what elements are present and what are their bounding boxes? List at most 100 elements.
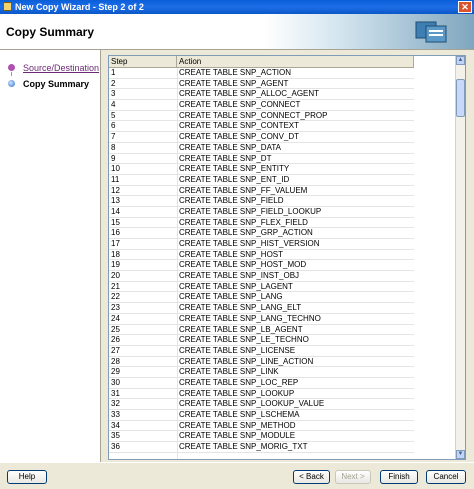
table-row[interactable]: 23 CREATE TABLE SNP_LANG_ELT [109,303,414,314]
table-row[interactable]: 32 CREATE TABLE SNP_LOOKUP_VALUE [109,399,414,410]
step-cell: 21 [111,281,120,291]
step-cell: 36 [111,442,120,452]
step-cell: 16 [111,228,120,238]
table-row[interactable]: 20 CREATE TABLE SNP_INST_OBJ [109,271,414,282]
table-row[interactable]: 15 CREATE TABLE SNP_FLEX_FIELD [109,218,414,229]
action-cell: CREATE TABLE SNP_AGENT [179,78,289,88]
table-row[interactable]: 33 CREATE TABLE SNP_LSCHEMA [109,410,414,421]
cancel-button[interactable]: Cancel [426,470,466,484]
table-row[interactable]: 18 CREATE TABLE SNP_HOST [109,250,414,261]
step-cell: 35 [111,431,120,441]
table-row[interactable]: 36 CREATE TABLE SNP_MORIG_TXT [109,442,414,453]
table-row[interactable]: 8 CREATE TABLE SNP_DATA [109,143,414,154]
step-cell: 11 [111,174,120,184]
table-row[interactable]: 31 CREATE TABLE SNP_LOOKUP [109,389,414,400]
close-button[interactable]: ✕ [458,1,472,13]
step-cell: 20 [111,271,120,281]
table-row[interactable]: 24 CREATE TABLE SNP_LANG_TECHNO [109,314,414,325]
action-cell: CREATE TABLE SNP_HOST [179,249,284,259]
table-row[interactable]: 34 CREATE TABLE SNP_METHOD [109,421,414,432]
table-row[interactable]: 25 CREATE TABLE SNP_LB_AGENT [109,325,414,336]
action-cell: CREATE TABLE SNP_LANG_ELT [179,303,302,313]
action-cell: CREATE TABLE SNP_LAGENT [179,281,293,291]
step-cell: 1 [111,68,116,77]
title-bar[interactable]: New Copy Wizard - Step 2 of 2 ✕ [0,0,474,14]
scrollbar-thumb[interactable] [456,79,465,117]
back-button[interactable]: < Back [293,470,330,484]
step-cell: 4 [111,100,116,110]
help-button[interactable]: Help [7,470,47,484]
vertical-scrollbar[interactable]: ▲ ▼ [455,56,465,459]
step-cell: 17 [111,239,120,248]
action-cell: CREATE TABLE SNP_DT [179,153,272,163]
step-cell: 15 [111,217,120,227]
table-header: Step Action [109,56,414,68]
action-cell: CREATE TABLE SNP_CONV_DT [179,132,300,142]
table-row[interactable]: 10 CREATE TABLE SNP_ENTITY [109,164,414,175]
wizard-app-icon [3,2,12,11]
table-row[interactable]: 3 CREATE TABLE SNP_ALLOC_AGENT [109,89,414,101]
step-complete-icon [8,64,15,71]
action-cell: CREATE TABLE SNP_ACTION [179,68,292,77]
finish-button[interactable]: Finish [380,470,418,484]
table-row[interactable]: 2 CREATE TABLE SNP_AGENT [109,79,414,90]
table-row[interactable]: 17 CREATE TABLE SNP_HIST_VERSION [109,239,414,250]
table-row[interactable]: 11 CREATE TABLE SNP_ENT_ID [109,175,414,186]
copy-summary-table[interactable]: Step Action 1 CREATE TABLE SNP_ACTION 2 CRE… [108,55,466,460]
window-title: New Copy Wizard - Step 2 of 2 [15,2,144,12]
step-cell: 5 [111,110,116,120]
step-cell: 28 [111,356,120,366]
action-cell: CREATE TABLE SNP_LSCHEMA [179,410,300,419]
action-cell: CREATE TABLE SNP_HIST_VERSION [179,239,320,248]
step-cell: 24 [111,313,120,323]
table-row[interactable]: 5 CREATE TABLE SNP_CONNECT_PROP [109,111,414,122]
action-cell: CREATE TABLE SNP_LANG [179,292,283,302]
table-row[interactable]: 21 CREATE TABLE SNP_LAGENT [109,282,414,293]
nav-step-source-destination[interactable]: Source/Destination [0,60,100,76]
step-cell: 26 [111,335,120,345]
table-row[interactable]: 28 CREATE TABLE SNP_LINE_ACTION [109,357,414,368]
scroll-down-arrow-icon[interactable]: ▼ [456,450,465,459]
column-header-action[interactable]: Action [177,56,414,67]
table-row[interactable]: 22 CREATE TABLE SNP_LANG [109,292,414,304]
table-row[interactable]: 14 CREATE TABLE SNP_FIELD_LOOKUP [109,207,414,218]
step-cell: 29 [111,367,120,377]
step-cell: 30 [111,377,120,387]
scroll-up-arrow-icon[interactable]: ▲ [456,56,465,65]
action-cell: CREATE TABLE SNP_LINE_ACTION [179,356,314,366]
table-row[interactable]: 19 CREATE TABLE SNP_HOST_MOD [109,260,414,272]
button-bar: Help < Back Next > Finish Cancel [0,462,474,489]
step-cell: 22 [111,292,120,302]
table-row[interactable]: 12 CREATE TABLE SNP_FF_VALUEM [109,186,414,197]
table-body: 1 CREATE TABLE SNP_ACTION 2 CREATE TABLE SN… [109,68,414,453]
action-cell: CREATE TABLE SNP_LOC_REP [179,377,299,387]
table-row[interactable]: 30 CREATE TABLE SNP_LOC_REP [109,378,414,389]
table-row[interactable]: 9 CREATE TABLE SNP_DT [109,154,414,165]
table-row[interactable]: 1 CREATE TABLE SNP_ACTION [109,68,414,79]
action-cell: CREATE TABLE SNP_INST_OBJ [179,271,300,281]
action-cell: CREATE TABLE SNP_ALLOC_AGENT [179,89,320,99]
step-cell: 18 [111,249,120,259]
copy-wizard-window: New Copy Wizard - Step 2 of 2 ✕ Copy Sum… [0,0,474,489]
action-cell: CREATE TABLE SNP_MORIG_TXT [179,442,308,452]
wizard-steps-nav: Source/Destination Copy Summary [0,50,101,462]
column-header-step[interactable]: Step [109,56,177,67]
table-row[interactable]: 4 CREATE TABLE SNP_CONNECT [109,100,414,111]
step-cell: 2 [111,78,116,88]
table-row[interactable]: 7 CREATE TABLE SNP_CONV_DT [109,132,414,143]
step-cell: 14 [111,206,120,216]
nav-step-label: Source/Destination [23,63,100,73]
table-row[interactable]: 35 CREATE TABLE SNP_MODULE [109,431,414,443]
table-row[interactable]: 29 CREATE TABLE SNP_LINK [109,367,414,378]
table-row[interactable]: 13 CREATE TABLE SNP_FIELD [109,196,414,207]
table-row[interactable]: 27 CREATE TABLE SNP_LICENSE [109,346,414,357]
action-cell: CREATE TABLE SNP_LOOKUP [179,388,295,398]
table-row[interactable]: 16 CREATE TABLE SNP_GRP_ACTION [109,228,414,239]
step-cell: 31 [111,388,120,398]
table-row[interactable]: 26 CREATE TABLE SNP_LE_TECHNO [109,335,414,346]
table-row[interactable]: 6 CREATE TABLE SNP_CONTEXT [109,121,414,133]
action-cell: CREATE TABLE SNP_CONNECT [179,100,301,110]
step-cell: 23 [111,303,120,313]
step-cell: 25 [111,324,120,334]
nav-step-copy-summary[interactable]: Copy Summary [0,76,100,92]
